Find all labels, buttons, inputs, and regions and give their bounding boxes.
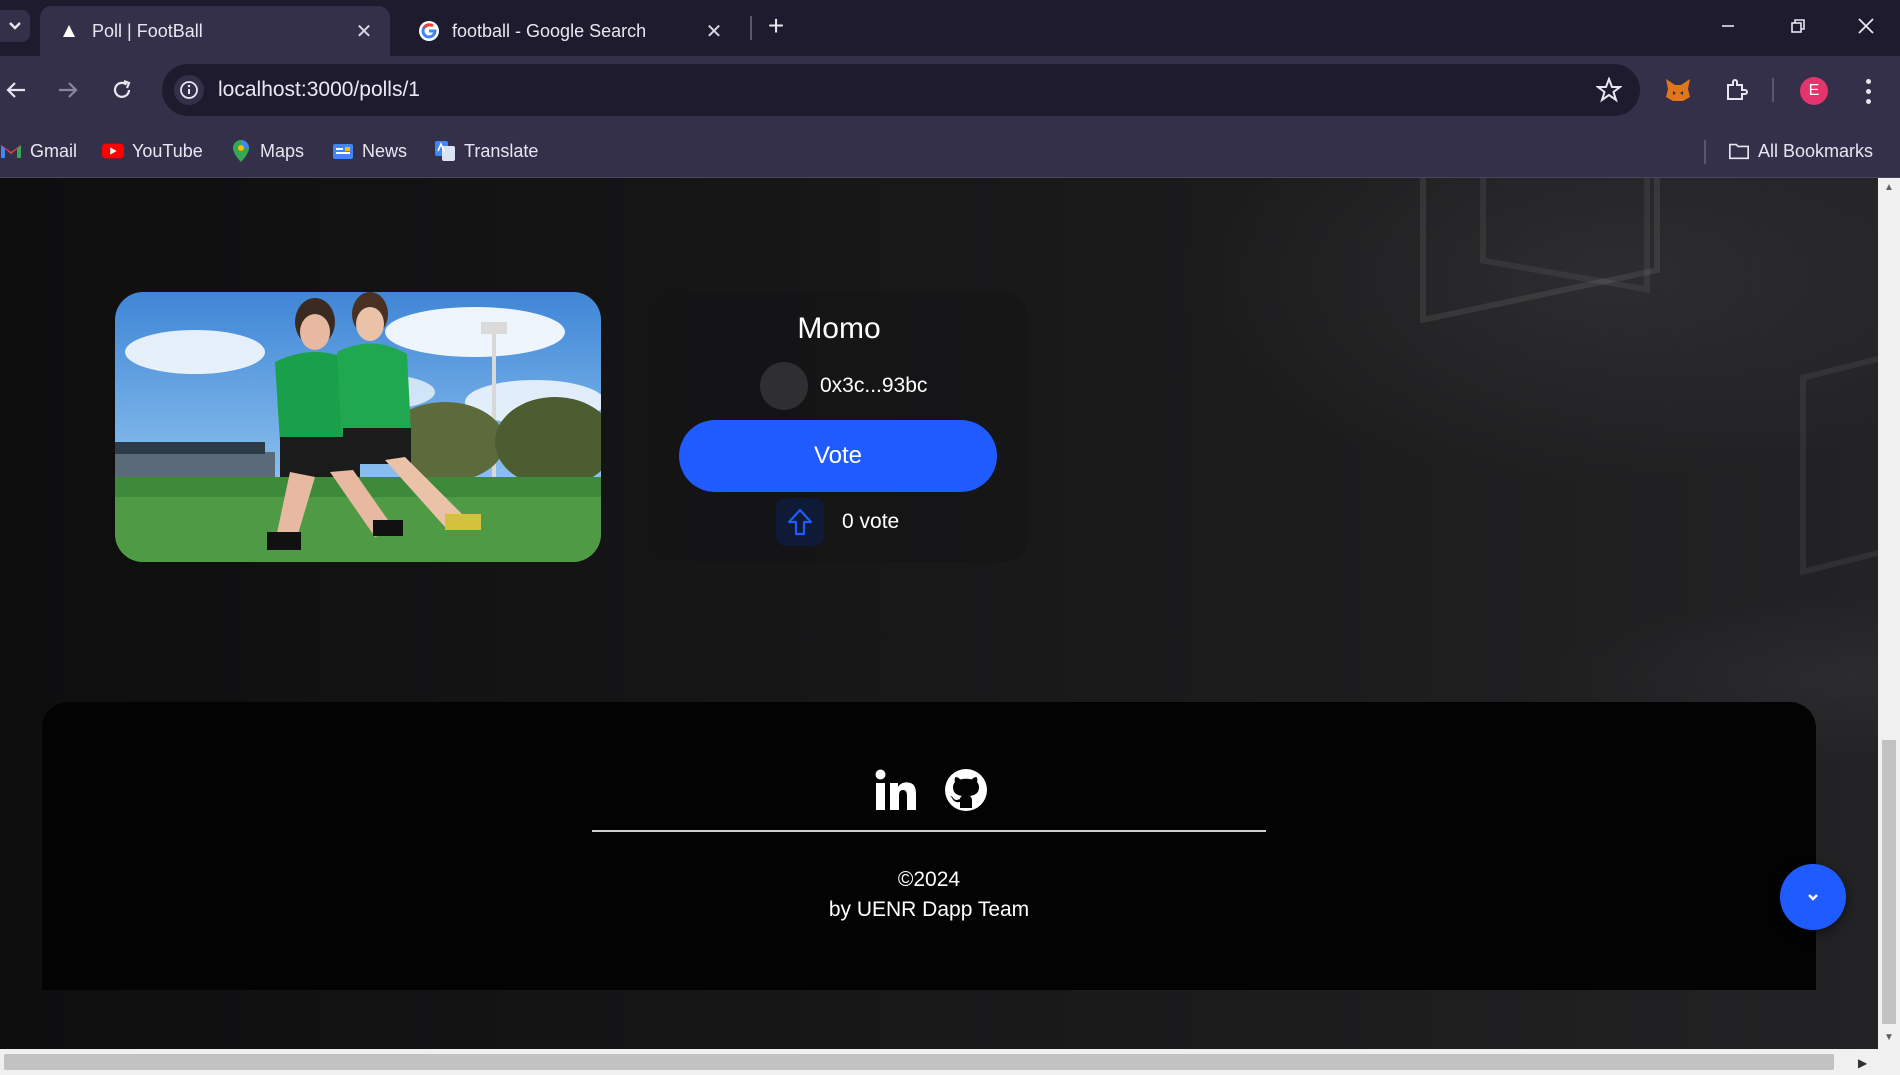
- url-text[interactable]: localhost:3000/polls/1: [218, 78, 420, 102]
- vote-count-row: 0 vote: [776, 498, 899, 546]
- restore-button[interactable]: [1778, 10, 1818, 42]
- bookmark-news[interactable]: News: [332, 136, 407, 166]
- address-avatar: [760, 362, 808, 410]
- team-credit: by UENR Dapp Team: [828, 898, 1030, 921]
- arrow-right-icon: [59, 82, 78, 98]
- contestant-address: 0x3c...93bc: [760, 362, 927, 410]
- minimize-icon: [1722, 25, 1734, 27]
- bookmark-label: YouTube: [132, 140, 203, 161]
- bookmark-label: News: [362, 140, 408, 161]
- forward-button[interactable]: [52, 74, 84, 106]
- vertical-scroll-thumb[interactable]: [1882, 740, 1896, 1024]
- social-links: [872, 766, 990, 814]
- close-tab-icon[interactable]: ✕: [702, 19, 726, 43]
- bookmark-translate[interactable]: Translate: [434, 136, 538, 166]
- profile-avatar[interactable]: E: [1800, 77, 1828, 105]
- vote-button[interactable]: Vote: [679, 420, 997, 492]
- browser-menu-icon[interactable]: [1858, 76, 1878, 106]
- scroll-down-arrow-icon[interactable]: ▼: [1883, 1032, 1895, 1044]
- bookmark-label: Maps: [260, 140, 305, 161]
- background-cube-decoration: [1800, 340, 1878, 576]
- copyright-text: ©2024: [897, 868, 961, 891]
- linkedin-icon[interactable]: [872, 766, 920, 814]
- bookmark-label: Gmail: [30, 140, 78, 161]
- minimize-button[interactable]: [1708, 10, 1748, 42]
- bookmark-gmail[interactable]: Gmail: [0, 136, 77, 166]
- news-icon: [332, 140, 354, 162]
- chevron-down-icon: [9, 22, 21, 30]
- address-text: 0x3c...93bc: [820, 374, 928, 397]
- triangle-logo-icon: [58, 20, 80, 42]
- footer-divider: [592, 830, 1266, 832]
- bookmarks-bar: Gmail YouTube Maps News Translate All Bo…: [0, 124, 1900, 178]
- bookmark-maps[interactable]: Maps: [230, 136, 304, 166]
- address-bar[interactable]: localhost:3000/polls/1: [162, 64, 1640, 116]
- close-window-button[interactable]: [1846, 10, 1886, 42]
- bookmark-star-icon[interactable]: [1595, 76, 1623, 108]
- bookmark-youtube[interactable]: YouTube: [102, 136, 203, 166]
- tab-bar: Poll | FootBall ✕ football - Google Sear…: [0, 0, 1900, 56]
- vertical-scrollbar[interactable]: ▲ ▼: [1878, 178, 1900, 1049]
- tab-title: Poll | FootBall: [92, 20, 203, 41]
- arrow-up-icon: [776, 498, 824, 546]
- restore-icon: [1791, 19, 1805, 33]
- reload-button[interactable]: [106, 74, 138, 106]
- tab-search-button[interactable]: [0, 10, 30, 42]
- vote-count: 0 vote: [842, 510, 900, 533]
- site-info-icon[interactable]: [174, 75, 204, 105]
- tab-google-search[interactable]: football - Google Search ✕: [400, 6, 740, 56]
- bookmarks-separator: [1704, 140, 1706, 164]
- extensions-puzzle-icon[interactable]: [1720, 74, 1752, 106]
- github-icon[interactable]: [942, 766, 990, 814]
- new-tab-button[interactable]: +: [762, 10, 790, 41]
- reload-icon: [113, 79, 131, 98]
- close-icon: [1858, 18, 1874, 34]
- youtube-icon: [102, 140, 124, 162]
- all-bookmarks[interactable]: All Bookmarks: [1728, 136, 1873, 166]
- browser-toolbar: localhost:3000/polls/1 E: [0, 56, 1900, 124]
- scroll-down-button[interactable]: [1780, 864, 1846, 930]
- metamask-extension-icon[interactable]: [1662, 74, 1694, 106]
- tab-title: football - Google Search: [452, 20, 647, 41]
- horizontal-scroll-thumb[interactable]: [4, 1054, 1834, 1070]
- bookmark-label: Translate: [464, 140, 539, 161]
- chevron-down-icon: [1808, 894, 1818, 901]
- tab-poll[interactable]: Poll | FootBall ✕: [40, 6, 390, 56]
- folder-icon: [1728, 140, 1750, 162]
- translate-icon: [434, 140, 456, 162]
- back-button[interactable]: [0, 74, 32, 106]
- google-icon: [418, 20, 440, 42]
- contestant-name: Momo: [797, 312, 881, 345]
- contestant-card: Momo 0x3c...93bc Vote 0 vote: [650, 292, 1028, 562]
- site-footer: ©2024 by UENR Dapp Team: [42, 702, 1816, 990]
- toolbar-separator: [1772, 78, 1774, 102]
- gmail-icon: [0, 140, 22, 162]
- scroll-right-arrow-icon[interactable]: ▶: [1858, 1056, 1867, 1070]
- scroll-up-arrow-icon[interactable]: ▲: [1883, 182, 1895, 194]
- maps-icon: [230, 140, 252, 162]
- page-viewport: Momo 0x3c...93bc Vote 0 vote ©2024 by UE…: [0, 178, 1878, 1049]
- horizontal-scrollbar[interactable]: ▶: [0, 1049, 1900, 1075]
- contestant-photo: [115, 292, 601, 562]
- tab-separator: [750, 16, 752, 40]
- arrow-left-icon: [6, 82, 25, 98]
- all-bookmarks-label: All Bookmarks: [1758, 140, 1874, 161]
- close-tab-icon[interactable]: ✕: [352, 19, 376, 43]
